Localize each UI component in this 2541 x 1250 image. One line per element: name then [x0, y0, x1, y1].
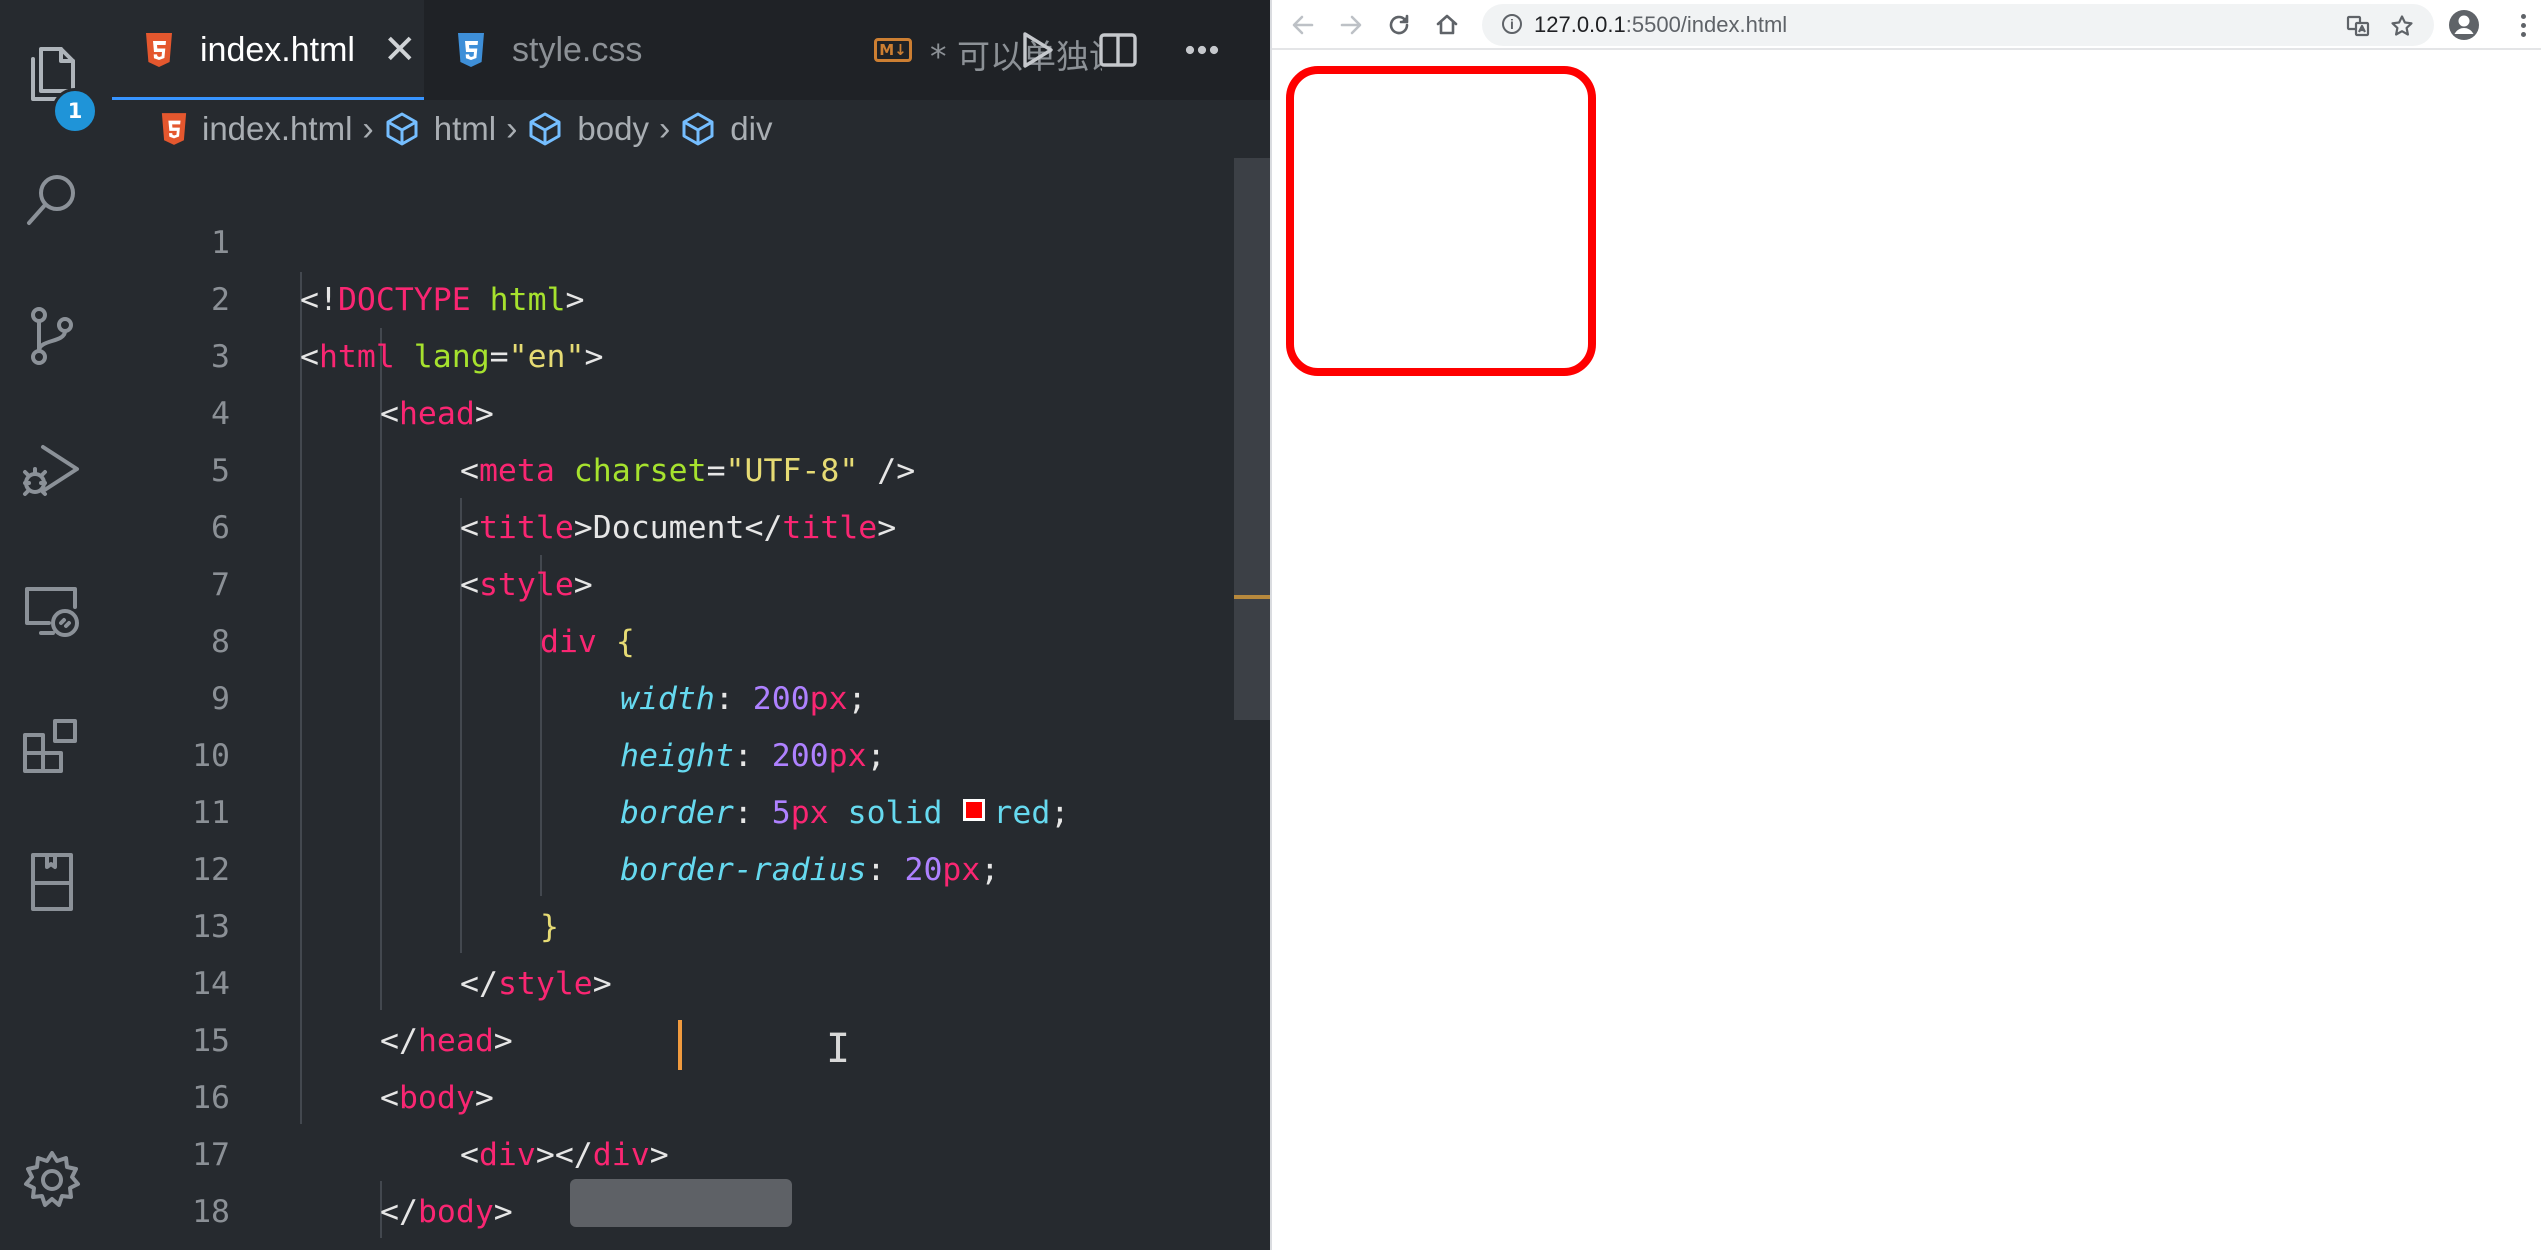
split-editor-button[interactable] [1092, 24, 1144, 76]
symbol-element-icon [529, 112, 561, 146]
browser-menu-button[interactable] [2508, 6, 2538, 44]
more-horizontal-icon [1185, 45, 1219, 55]
source-control-button[interactable] [0, 276, 104, 396]
breadcrumb-label: index.html [202, 110, 353, 147]
code-line: 12 } [112, 785, 1232, 945]
vscode-window: 1 index.html ✕ style.css M↓ * 可以单独 index… [0, 0, 1270, 1250]
breadcrumb-label: div [730, 110, 773, 147]
code-editor[interactable]: 1 <!DOCTYPE html> 2 <html lang="en"> 3 <… [112, 158, 1232, 1250]
address-bar[interactable]: i 127.0.0.1:5500/index.html [1482, 4, 2434, 46]
code-line: 3 <head> [112, 272, 1232, 432]
code-line: 15 <body> [112, 956, 1232, 1116]
breadcrumb-html[interactable]: html [384, 110, 496, 148]
back-button[interactable] [1284, 6, 1322, 44]
bookmark-panel-icon [31, 853, 73, 911]
extensions-icon [23, 719, 77, 773]
scrollbar-thumb[interactable] [1234, 158, 1270, 720]
extensions-button[interactable] [0, 686, 104, 806]
code-line: 2 <html lang="en"> [112, 215, 1232, 375]
url-text[interactable]: 127.0.0.1:5500/index.html [1534, 12, 1787, 38]
code-line: 6 <style> [112, 443, 1232, 603]
dot [2520, 31, 2526, 37]
explorer-badge: 1 [52, 88, 98, 134]
explorer-button[interactable]: 1 [0, 14, 104, 134]
run-button[interactable] [1010, 24, 1062, 76]
code-line: 19 [112, 1184, 1232, 1241]
code-text: </html> [300, 1241, 433, 1250]
symbol-element-icon [386, 112, 418, 146]
profile-avatar-icon[interactable] [2446, 7, 2482, 43]
code-line: 5 <title>Document</title> [112, 386, 1232, 546]
markdown-file-icon: M↓ [874, 38, 912, 62]
chevron-right-icon: › [506, 109, 518, 148]
overview-ruler-cursor-marker [1234, 595, 1270, 599]
dot [2520, 13, 2526, 19]
code-line: 4 <meta charset="UTF-8" /> [112, 329, 1232, 489]
bookmark-star-button[interactable] [2388, 12, 2416, 40]
ibeam-cursor-icon: Ι [826, 1026, 851, 1072]
tab-bar: index.html ✕ style.css M↓ * 可以单独设 [112, 0, 1270, 100]
code-line: 16 <div></div> [112, 1013, 1232, 1173]
translate-icon [2346, 15, 2370, 37]
breadcrumb-file[interactable]: index.html [160, 110, 352, 148]
symbol-element-icon [682, 112, 714, 146]
code-line: 7 div { [112, 500, 1232, 660]
reload-icon [1389, 14, 1409, 35]
code-line: 17 </body> [112, 1070, 1232, 1230]
forward-button[interactable] [1332, 6, 1370, 44]
line-number: 19 [112, 1241, 230, 1250]
text-cursor [678, 1020, 682, 1070]
chevron-right-icon: › [362, 109, 374, 148]
arrow-right-icon [1340, 15, 1362, 35]
code-line: 10 border: 5px solid red; [112, 671, 1232, 831]
html5-file-icon [161, 113, 187, 145]
tab-style-css[interactable]: style.css [424, 0, 694, 100]
code-line: 18 </html> [112, 1127, 1232, 1230]
breadcrumb-div[interactable]: div [680, 110, 772, 148]
code-line: 8 width: 200px; [112, 557, 1232, 717]
home-icon [1436, 14, 1458, 35]
tab-index-html[interactable]: index.html ✕ [112, 0, 424, 100]
reload-button[interactable] [1380, 6, 1418, 44]
settings-button[interactable] [0, 1120, 104, 1240]
breadcrumb-label: body [577, 110, 649, 147]
code-line: 13 </style> [112, 842, 1232, 1002]
play-icon [1023, 32, 1053, 68]
browser-window: i 127.0.0.1:5500/index.html [1270, 0, 2541, 1250]
dot [2520, 22, 2526, 28]
code-line: 9 height: 200px; [112, 614, 1232, 774]
activity-bar: 1 [0, 0, 104, 1250]
breadcrumb-body[interactable]: body [527, 110, 649, 148]
run-debug-button[interactable] [0, 412, 104, 532]
search-button[interactable] [0, 140, 104, 260]
gear-icon [24, 1151, 80, 1207]
split-editor-icon [1099, 33, 1137, 67]
code-line: 11 border-radius: 20px; [112, 728, 1232, 888]
run-debug-icon [23, 445, 79, 496]
html5-file-icon [146, 33, 172, 67]
home-button[interactable] [1428, 6, 1466, 44]
source-control-icon [31, 307, 73, 365]
info-icon[interactable]: i [1502, 14, 1522, 34]
code-line: 1 <!DOCTYPE html> [112, 158, 1232, 318]
css3-file-icon [458, 33, 484, 67]
code-line: 14 </head> [112, 899, 1232, 1059]
bookmarks-button[interactable] [0, 822, 104, 942]
rendered-div-box [1286, 66, 1596, 376]
breadcrumb-label: html [433, 110, 497, 147]
browser-toolbar: i 127.0.0.1:5500/index.html [1272, 0, 2541, 50]
tab-label: index.html [200, 30, 355, 69]
remote-explorer-button[interactable] [0, 550, 104, 670]
tab-label: style.css [512, 30, 643, 69]
more-actions-button[interactable] [1176, 24, 1228, 76]
star-icon [2391, 15, 2413, 36]
arrow-left-icon [1292, 15, 1314, 35]
page-viewport [1272, 50, 2541, 1250]
translate-button[interactable] [2344, 12, 2372, 40]
remote-explorer-icon [25, 587, 79, 637]
chevron-right-icon: › [658, 109, 671, 148]
search-icon [27, 175, 75, 225]
breadcrumb: index.html › html › body › div [112, 100, 1270, 158]
close-tab-button[interactable]: ✕ [383, 27, 417, 73]
